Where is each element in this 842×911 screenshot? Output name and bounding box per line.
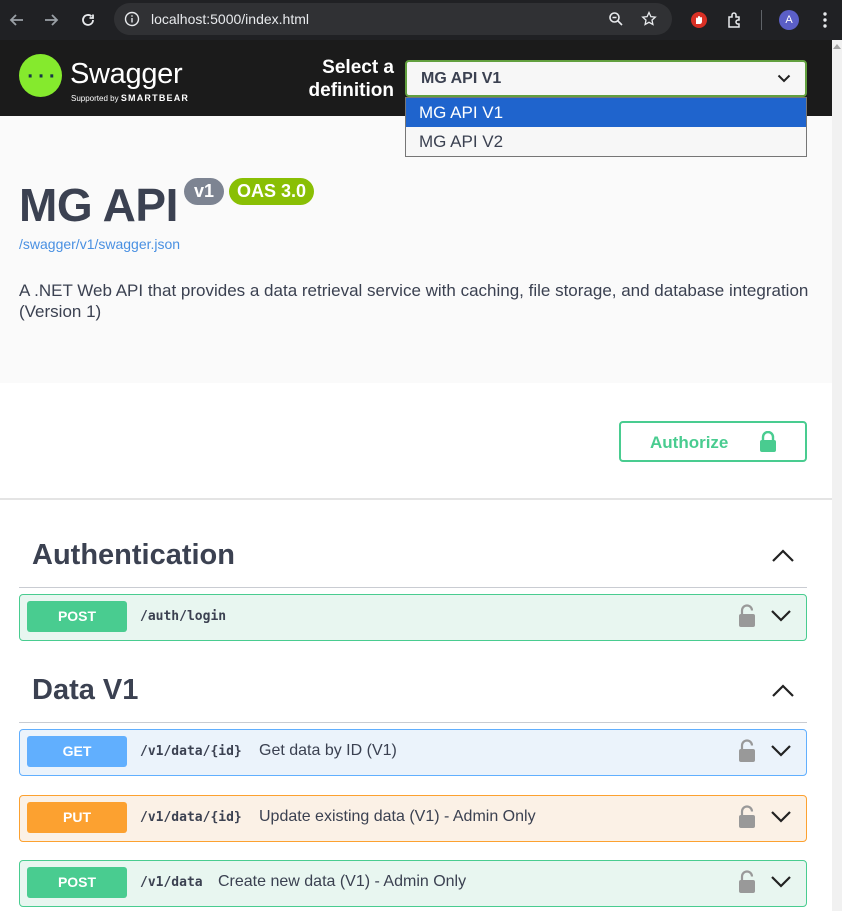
operation-summary: Get data by ID (V1) (259, 742, 397, 759)
select-definition-label: Select a definition (308, 57, 394, 101)
definition-option-v2[interactable]: MG API V2 (406, 127, 806, 156)
unlocked-icon[interactable] (737, 805, 757, 829)
definition-option-v1[interactable]: MG API V1 (406, 98, 806, 127)
bookmark-star-icon[interactable] (637, 7, 661, 31)
chevron-up-icon (772, 684, 794, 697)
operation-post-auth-login[interactable]: POST /auth/login (19, 594, 807, 641)
forward-arrow-icon (45, 14, 59, 26)
method-badge: GET (27, 736, 127, 767)
scroll-up-arrow-icon[interactable] (833, 44, 841, 49)
site-info-icon[interactable] (120, 7, 144, 31)
api-description: A .NET Web API that provides a data retr… (19, 281, 809, 321)
oas-badge: OAS 3.0 (229, 178, 315, 205)
operation-put-v1-data-id[interactable]: PUT /v1/data/{id} Update existing data (… (19, 795, 807, 842)
operation-path: /v1/data (140, 875, 203, 890)
definition-dropdown-list: MG API V1 MG API V2 (405, 97, 807, 157)
chevron-down-icon[interactable] (770, 609, 792, 622)
chevron-down-icon[interactable] (770, 744, 792, 757)
operation-path: /v1/data/{id} (140, 810, 242, 825)
unlocked-icon[interactable] (737, 739, 757, 763)
zoom-icon[interactable] (604, 7, 628, 31)
operation-path: /v1/data/{id} (140, 744, 242, 759)
tag-data-v1-header[interactable]: Data V1 (19, 673, 807, 723)
operation-summary: Update existing data (V1) - Admin Only (259, 808, 536, 825)
chevron-down-icon (777, 74, 791, 83)
operation-path: /auth/login (140, 609, 227, 624)
tag-title: Authentication (32, 539, 235, 571)
api-title: MG API (19, 179, 178, 231)
unlocked-icon[interactable] (737, 604, 757, 628)
authorize-button[interactable]: Authorize (619, 421, 807, 462)
lock-icon (760, 431, 776, 452)
method-badge: POST (27, 601, 127, 632)
swagger-logo-sub: Supported by SMARTBEAR (71, 93, 190, 103)
definition-select[interactable]: MG API V1 (405, 60, 807, 97)
definition-select-value: MG API V1 (421, 70, 502, 87)
method-badge: PUT (27, 802, 127, 833)
tag-title: Data V1 (32, 674, 139, 706)
forward-button[interactable] (37, 6, 65, 34)
swagger-logo-name: Swagger (70, 58, 183, 90)
back-arrow-icon (9, 14, 23, 26)
swagger-json-link[interactable]: /swagger/v1/swagger.json (19, 236, 180, 252)
tag-authentication-header[interactable]: Authentication (19, 538, 807, 588)
swagger-logo-icon[interactable]: {···} (19, 54, 62, 97)
chevron-down-icon[interactable] (770, 875, 792, 888)
reload-button[interactable] (74, 6, 102, 34)
back-button[interactable] (3, 6, 31, 34)
reload-icon (82, 14, 94, 26)
authorize-label: Authorize (650, 433, 729, 452)
svg-text:{···}: {···} (26, 66, 56, 87)
chevron-down-icon[interactable] (770, 810, 792, 823)
profile-avatar[interactable]: A (779, 10, 799, 30)
url-text[interactable]: localhost:5000/index.html (151, 11, 309, 27)
operation-post-v1-data[interactable]: POST /v1/data Create new data (V1) - Adm… (19, 860, 807, 907)
version-badge: v1 (184, 178, 225, 205)
extension-shield-icon[interactable] (685, 6, 713, 34)
browser-menu-icon[interactable] (811, 6, 839, 34)
browser-toolbar: localhost:5000/index.html A (0, 0, 842, 40)
extensions-puzzle-icon[interactable] (721, 6, 749, 34)
address-bar[interactable]: localhost:5000/index.html (114, 3, 672, 35)
operation-get-v1-data-id[interactable]: GET /v1/data/{id} Get data by ID (V1) (19, 729, 807, 776)
page-scrollbar[interactable] (832, 40, 842, 911)
operation-summary: Create new data (V1) - Admin Only (218, 873, 467, 890)
chevron-up-icon (772, 549, 794, 562)
method-badge: POST (27, 867, 127, 898)
toolbar-divider (761, 10, 762, 30)
unlocked-icon[interactable] (737, 870, 757, 894)
